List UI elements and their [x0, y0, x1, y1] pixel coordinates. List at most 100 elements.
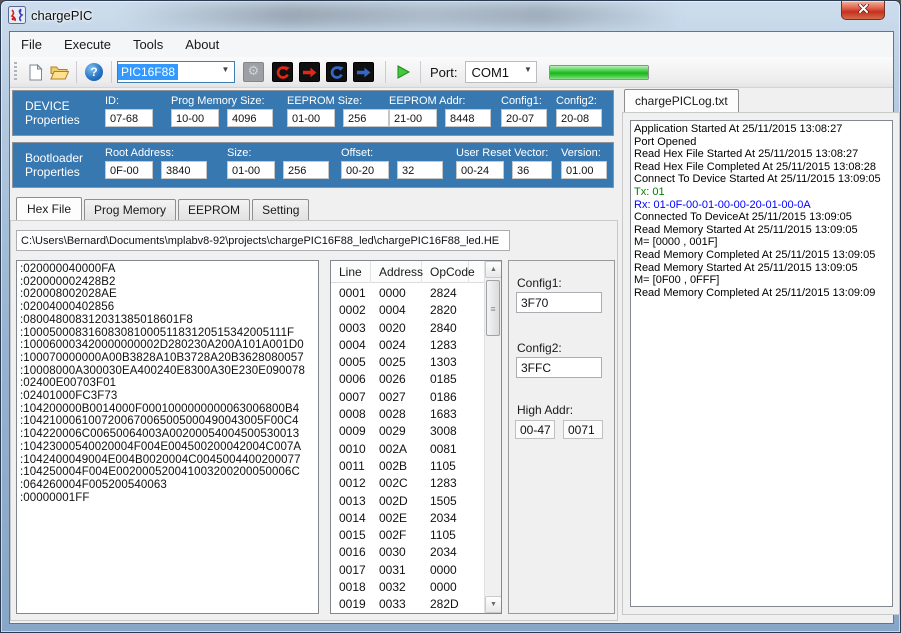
table-row[interactable]: 000800281683: [331, 406, 484, 423]
table-cell: 0009: [331, 423, 366, 440]
table-row[interactable]: 000700270186: [331, 389, 484, 406]
menu-item-execute[interactable]: Execute: [53, 32, 122, 57]
menu-item-file[interactable]: File: [10, 32, 53, 57]
blue-refresh-button[interactable]: [326, 62, 347, 82]
table-row[interactable]: 000900293008: [331, 423, 484, 440]
root-address-hex[interactable]: 0F-00: [105, 161, 153, 179]
table-cell: 0028: [371, 406, 406, 423]
table-cell: 3008: [422, 423, 457, 440]
table-row[interactable]: 0014002E2034: [331, 510, 484, 527]
log-line: Connect To Device Started At 25/11/2015 …: [634, 173, 888, 186]
field-offset: Offset: 00-2032: [341, 147, 451, 179]
boot-size-hex[interactable]: 01-00: [227, 161, 275, 179]
tab-prog-memory[interactable]: Prog Memory: [84, 199, 176, 221]
tab-setting[interactable]: Setting: [252, 199, 309, 221]
table-cell: 0000: [371, 285, 406, 302]
settings-button[interactable]: ⚙: [243, 62, 264, 82]
tab-log-file[interactable]: chargePICLog.txt: [624, 89, 739, 113]
blue-arrow-button[interactable]: [353, 62, 374, 82]
titlebar[interactable]: chargePIC: [1, 1, 900, 31]
prog-memory-size-dec[interactable]: 4096: [227, 109, 273, 127]
gear-icon: ⚙: [248, 63, 260, 81]
table-cell: 1505: [422, 493, 457, 510]
high-addr-dec-input[interactable]: [563, 420, 603, 439]
new-file-button[interactable]: [23, 60, 47, 84]
boot-size-dec[interactable]: 256: [283, 161, 329, 179]
table-row[interactable]: 0013002D1505: [331, 493, 484, 510]
table-cell: 0004: [371, 302, 406, 319]
table-row[interactable]: 0010002A0081: [331, 441, 484, 458]
hex-file-content[interactable]: :020000040000FA :020000002428B2 :0200080…: [16, 260, 319, 614]
log-line: Read Hex File Completed At 25/11/2015 13…: [634, 161, 888, 174]
close-button[interactable]: [841, 1, 885, 20]
table-row[interactable]: 000200042820: [331, 302, 484, 319]
bootloader-panel-title: Bootloader Properties: [25, 151, 83, 179]
table-scrollbar[interactable]: ▲ ≡ ▼: [484, 261, 501, 613]
user-reset-vector-hex[interactable]: 00-24: [456, 161, 504, 179]
config1-input[interactable]: [516, 292, 602, 313]
table-row[interactable]: 000300202840: [331, 320, 484, 337]
run-button[interactable]: [391, 60, 415, 84]
table-cell: 002A: [371, 441, 407, 458]
table-cell: 1303: [422, 354, 457, 371]
tab-hex-file[interactable]: Hex File: [16, 197, 82, 221]
log-line: Connected To DeviceAt 25/11/2015 13:09:0…: [634, 211, 888, 224]
column-header-line[interactable]: Line: [331, 261, 371, 283]
table-row[interactable]: 000500251303: [331, 354, 484, 371]
scroll-up-icon[interactable]: ▲: [485, 261, 502, 278]
offset-hex[interactable]: 00-20: [341, 161, 389, 179]
open-file-button[interactable]: [47, 60, 71, 84]
red-arrow-button[interactable]: [299, 62, 320, 82]
hex-file-path-input[interactable]: [16, 230, 510, 251]
column-header-opcode[interactable]: OpCode: [422, 261, 469, 283]
table-cell: 0008: [331, 406, 366, 423]
chevron-down-icon[interactable]: ▼: [219, 65, 232, 74]
column-header-address[interactable]: Address: [371, 261, 422, 283]
table-cell: 0000: [422, 562, 457, 579]
menu-item-about[interactable]: About: [174, 32, 230, 57]
eeprom-size-dec[interactable]: 256: [343, 109, 389, 127]
table-row[interactable]: 001800320000: [331, 579, 484, 596]
config1-addr-value[interactable]: 20-07: [501, 109, 547, 127]
tab-eeprom[interactable]: EEPROM: [178, 199, 250, 221]
config2-addr-value[interactable]: 20-08: [556, 109, 602, 127]
log-line: Read Memory Started At 25/11/2015 13:09:…: [634, 262, 888, 275]
device-id-value[interactable]: 07-68: [105, 109, 153, 127]
log-textbox[interactable]: Application Started At 25/11/2015 13:08:…: [630, 120, 893, 607]
scroll-down-icon[interactable]: ▼: [485, 596, 502, 613]
red-refresh-button[interactable]: [272, 62, 293, 82]
high-addr-hex-input[interactable]: [515, 420, 555, 439]
offset-dec[interactable]: 32: [397, 161, 443, 179]
table-row[interactable]: 000400241283: [331, 337, 484, 354]
help-button[interactable]: ?: [82, 60, 106, 84]
table-row[interactable]: 001700310000: [331, 562, 484, 579]
eeprom-size-hex[interactable]: 01-00: [287, 109, 335, 127]
table-cell: 002E: [371, 510, 407, 527]
table-cell: 2824: [422, 285, 457, 302]
toolbar-separator: [111, 61, 112, 83]
table-row[interactable]: 001600302034: [331, 544, 484, 561]
table-row[interactable]: 0011002B1105: [331, 458, 484, 475]
blue-arrow-right-icon: [356, 65, 371, 80]
config2-input[interactable]: [516, 357, 602, 378]
tab-strip: Hex FileProg MemoryEEPROMSetting: [16, 198, 311, 221]
table-cell: 2840: [422, 320, 457, 337]
table-row[interactable]: 000600260185: [331, 371, 484, 388]
table-row[interactable]: 0012002C1283: [331, 475, 484, 492]
table-cell: 1105: [422, 527, 456, 544]
prog-memory-size-hex[interactable]: 10-00: [171, 109, 219, 127]
eeprom-addr-hex[interactable]: 21-00: [389, 109, 437, 127]
port-combobox[interactable]: COM1 ▼: [465, 61, 537, 83]
user-reset-vector-dec[interactable]: 36: [512, 161, 552, 179]
version-value[interactable]: 01.00: [561, 161, 607, 179]
root-address-dec[interactable]: 3840: [161, 161, 207, 179]
table-row[interactable]: 000100002824: [331, 285, 484, 302]
eeprom-addr-dec[interactable]: 8448: [445, 109, 491, 127]
chevron-down-icon[interactable]: ▼: [521, 65, 534, 74]
scrollbar-thumb[interactable]: ≡: [486, 280, 500, 336]
table-row[interactable]: 00190033282D: [331, 596, 484, 613]
toolbar-grip[interactable]: [14, 62, 17, 82]
table-row[interactable]: 0015002F1105: [331, 527, 484, 544]
device-combobox[interactable]: PIC16F88 ▼: [117, 61, 235, 83]
menu-item-tools[interactable]: Tools: [122, 32, 174, 57]
